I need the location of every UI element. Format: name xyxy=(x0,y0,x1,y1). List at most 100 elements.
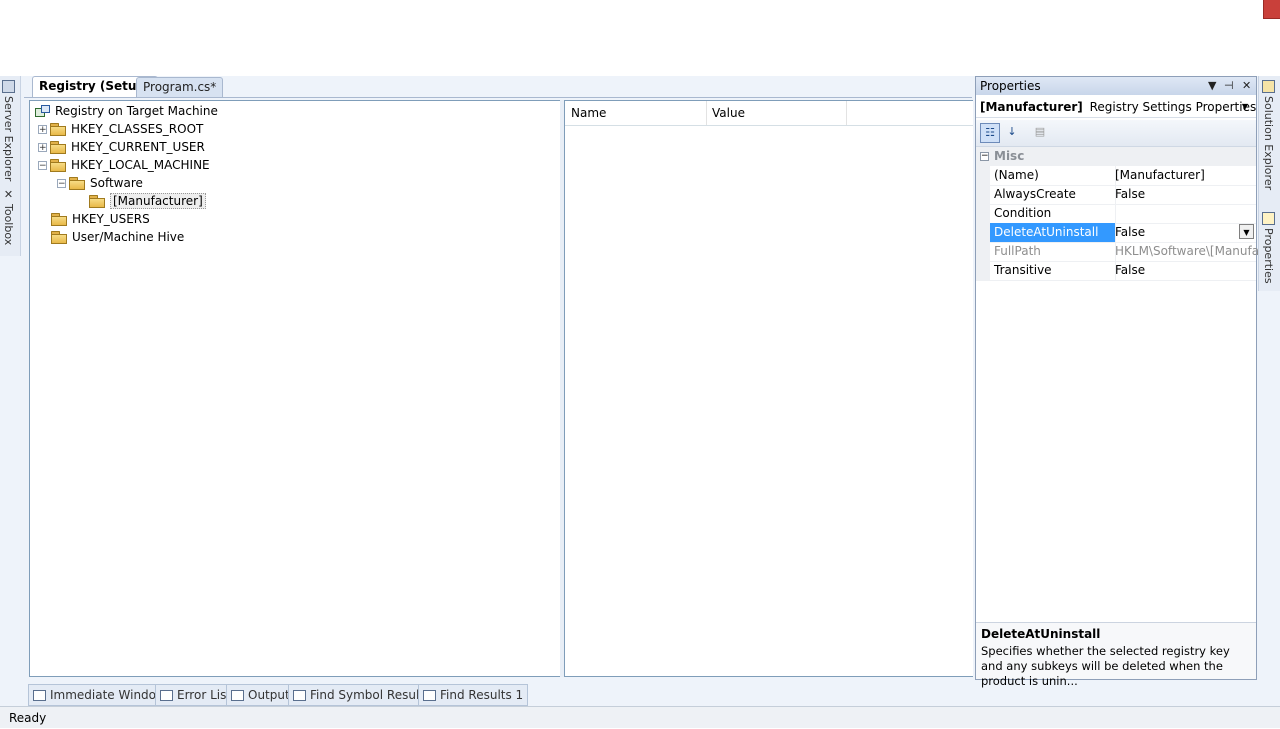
property-value[interactable]: False xyxy=(1112,185,1259,204)
properties-toolbar: ☷ ↓ ▤ xyxy=(976,120,1256,147)
dropdown-arrow-icon[interactable]: ▼ xyxy=(1239,224,1254,239)
registry-tree[interactable]: Registry on Target Machine + HKEY_CLASSE… xyxy=(29,100,562,677)
status-bar: Ready xyxy=(0,706,1280,728)
tab-divider xyxy=(24,97,972,98)
tree-root-label: Registry on Target Machine xyxy=(55,104,218,118)
tab-output[interactable]: Output xyxy=(226,684,295,706)
property-name: AlwaysCreate xyxy=(990,185,1116,204)
solution-explorer-label: Solution Explorer xyxy=(1262,96,1275,191)
description-pane: DeleteAtUninstall Specifies whether the … xyxy=(976,622,1256,688)
property-name: FullPath xyxy=(990,242,1116,261)
output-icon xyxy=(231,689,244,701)
properties-icon xyxy=(1262,212,1275,225)
list-header: Name Value xyxy=(565,101,973,126)
error-list-icon xyxy=(160,689,173,701)
expand-icon[interactable]: + xyxy=(38,142,47,152)
window-position-dropdown-icon[interactable]: ▼ xyxy=(1208,77,1216,95)
property-value[interactable] xyxy=(1112,204,1259,223)
alphabetical-button[interactable]: ↓ xyxy=(1002,123,1022,143)
property-value[interactable]: [Manufacturer] xyxy=(1112,166,1259,185)
toolbox-icon: ✕ xyxy=(2,188,15,201)
tab-program-cs[interactable]: Program.cs* xyxy=(136,77,224,97)
tree-item-hkey-current-user[interactable]: + HKEY_CURRENT_USER xyxy=(38,138,205,156)
property-name: Transitive xyxy=(990,261,1116,280)
window-close-corner[interactable] xyxy=(1263,0,1280,19)
property-value: HKLM\Software\[Manufacturer] xyxy=(1115,244,1259,258)
properties-tab[interactable]: Properties xyxy=(1262,212,1275,284)
property-value[interactable]: False xyxy=(1112,261,1259,280)
server-explorer-label: Server Explorer xyxy=(2,96,15,182)
collapse-icon[interactable]: − xyxy=(38,160,47,170)
tab-label: Find Symbol Results xyxy=(310,688,431,702)
property-value[interactable]: False xyxy=(1112,223,1259,242)
tab-label: Immediate Window xyxy=(50,688,166,702)
collapse-icon[interactable]: − xyxy=(57,178,66,188)
right-autohide-strip: Solution Explorer Properties xyxy=(1258,76,1280,291)
tree-item-label: HKEY_CLASSES_ROOT xyxy=(71,122,204,136)
property-row-condition[interactable]: Condition xyxy=(976,204,1256,224)
tree-item-label: HKEY_USERS xyxy=(72,212,150,226)
tree-item-user-machine-hive[interactable]: User/Machine Hive xyxy=(51,228,184,246)
properties-title-bar: Properties ▼ ⊣ ✕ xyxy=(976,77,1256,95)
registry-value-list[interactable]: Name Value xyxy=(564,100,973,677)
property-row-transitive[interactable]: Transitive False xyxy=(976,261,1256,281)
expand-icon[interactable]: + xyxy=(38,124,47,134)
property-pages-button[interactable]: ▤ xyxy=(1030,123,1050,143)
tree-root[interactable]: Registry on Target Machine xyxy=(35,102,218,120)
category-label: Misc xyxy=(994,149,1025,163)
folder-icon xyxy=(50,141,66,154)
server-explorer-tab[interactable]: Server Explorer xyxy=(2,80,15,181)
chevron-down-icon[interactable]: ▼ xyxy=(1242,96,1248,118)
tree-item-label: HKEY_CURRENT_USER xyxy=(71,140,205,154)
property-row-fullpath[interactable]: FullPath HKLM\Software\[Manufacturer] xyxy=(976,242,1259,262)
properties-tab-label: Properties xyxy=(1262,228,1275,284)
find-results-icon xyxy=(423,689,436,701)
description-text: Specifies whether the selected registry … xyxy=(981,644,1230,688)
tree-item-label: HKEY_LOCAL_MACHINE xyxy=(71,158,210,172)
tab-find-symbol-results[interactable]: Find Symbol Results xyxy=(288,684,436,706)
tab-label: Find Results 1 xyxy=(440,688,524,702)
tree-item-label: Software xyxy=(90,176,143,190)
object-selector[interactable]: [Manufacturer] Registry Settings Propert… xyxy=(976,96,1256,118)
property-name: (Name) xyxy=(990,166,1116,185)
collapse-icon[interactable]: − xyxy=(980,152,989,161)
bottom-tool-tabs: Immediate Window Error List Output Find … xyxy=(24,684,974,706)
auto-hide-pin-icon[interactable]: ⊣ xyxy=(1224,77,1234,95)
registry-icon xyxy=(35,105,50,117)
solution-explorer-tab[interactable]: Solution Explorer xyxy=(1262,80,1275,190)
tab-label: Output xyxy=(248,688,290,702)
property-name: Condition xyxy=(990,204,1116,223)
column-header-name[interactable]: Name xyxy=(565,101,707,125)
status-text: Ready xyxy=(9,711,47,725)
tree-item-hkey-classes-root[interactable]: + HKEY_CLASSES_ROOT xyxy=(38,120,203,138)
property-grid: − Misc (Name) [Manufacturer] AlwaysCreat… xyxy=(976,147,1259,307)
property-row-deleteatuninstall[interactable]: DeleteAtUninstall False ▼ xyxy=(976,223,1256,243)
toolbox-label: Toolbox xyxy=(2,204,15,246)
properties-title: Properties xyxy=(980,79,1041,93)
tree-item-manufacturer[interactable]: [Manufacturer] xyxy=(89,192,206,210)
tree-item-software[interactable]: − Software xyxy=(57,174,143,192)
folder-icon xyxy=(50,159,66,172)
description-title: DeleteAtUninstall xyxy=(981,627,1101,641)
tree-item-hkey-local-machine[interactable]: − HKEY_LOCAL_MACHINE xyxy=(38,156,210,174)
categorized-button[interactable]: ☷ xyxy=(980,123,1000,143)
category-misc[interactable]: − Misc xyxy=(976,147,1256,166)
property-row-name[interactable]: (Name) [Manufacturer] xyxy=(976,166,1256,186)
tree-item-hkey-users[interactable]: HKEY_USERS xyxy=(51,210,150,228)
column-header-value[interactable]: Value xyxy=(706,101,847,125)
tab-find-results-1[interactable]: Find Results 1 xyxy=(418,684,529,706)
folder-icon xyxy=(51,231,67,244)
document-tab-strip: Registry (Setup) Program.cs* xyxy=(24,76,972,98)
folder-icon xyxy=(51,213,67,226)
solution-icon xyxy=(1262,80,1275,93)
folder-icon xyxy=(50,123,66,136)
find-symbol-icon xyxy=(293,689,306,701)
tab-error-list[interactable]: Error List xyxy=(155,684,237,706)
tab-immediate-window[interactable]: Immediate Window xyxy=(28,684,171,706)
close-icon[interactable]: ✕ xyxy=(1242,77,1251,95)
tab-label: Error List xyxy=(177,688,232,702)
top-blank-area xyxy=(0,0,1280,76)
object-name: [Manufacturer] xyxy=(980,100,1083,114)
toolbox-tab[interactable]: ✕ Toolbox xyxy=(2,188,15,245)
property-row-alwayscreate[interactable]: AlwaysCreate False xyxy=(976,185,1256,205)
